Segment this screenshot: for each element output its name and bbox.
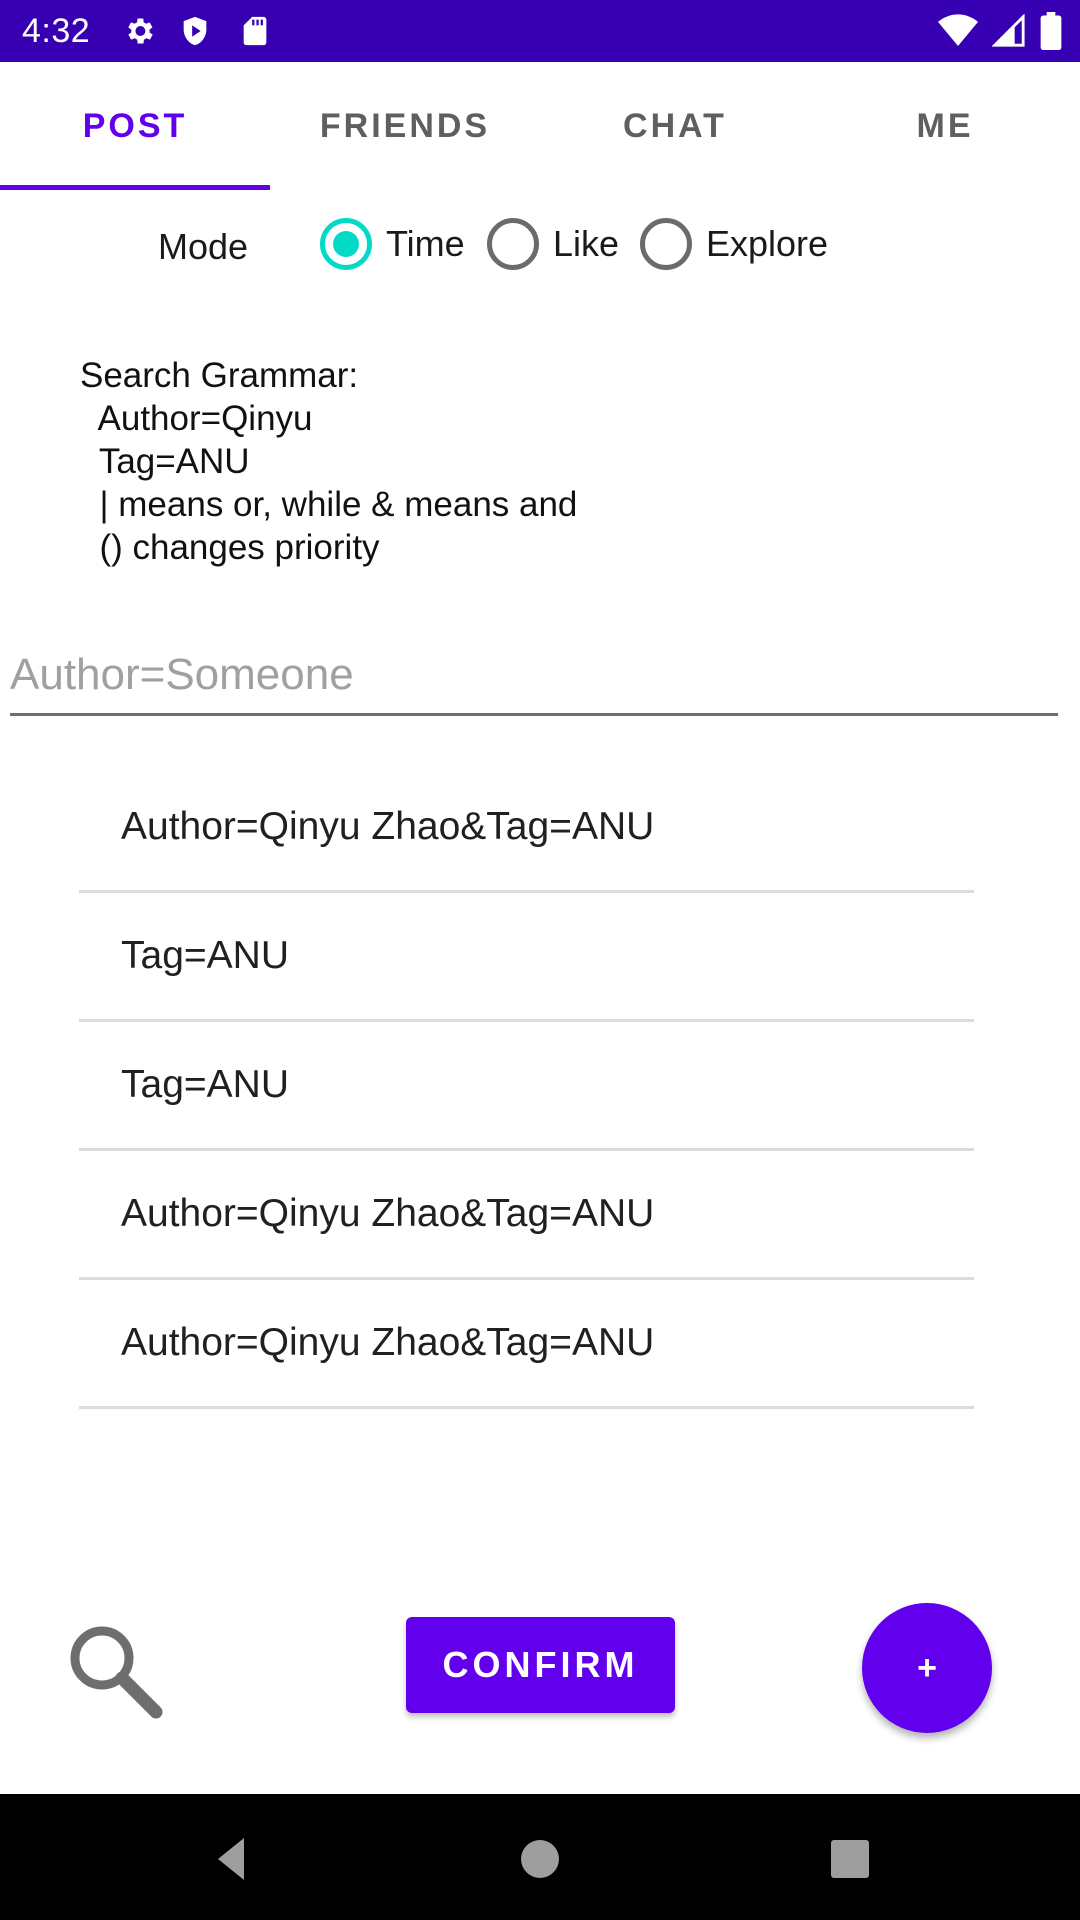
wifi-icon — [938, 14, 978, 47]
tab-bar: POST FRIENDS CHAT ME — [0, 62, 1080, 190]
sd-card-icon — [243, 16, 267, 46]
radio-time-circle[interactable] — [320, 218, 372, 270]
back-icon[interactable] — [200, 1824, 270, 1894]
tab-friends-label: FRIENDS — [319, 106, 491, 145]
radio-explore-circle[interactable] — [640, 218, 692, 270]
confirm-button[interactable]: CONFIRM — [406, 1617, 675, 1713]
search-grammar-help: Search Grammar: Author=Qinyu Tag=ANU | m… — [80, 354, 577, 569]
history-item[interactable]: Tag=ANU — [79, 1022, 974, 1151]
radio-time-label: Time — [386, 223, 465, 264]
play-protect-icon — [183, 16, 207, 46]
battery-icon — [1040, 12, 1062, 50]
grammar-line: Search Grammar: — [80, 356, 359, 395]
signal-icon — [992, 14, 1025, 47]
radio-explore-label: Explore — [706, 223, 829, 264]
gear-icon — [128, 18, 153, 44]
mode-label: Mode — [158, 226, 249, 267]
tab-chat-label: CHAT — [623, 106, 727, 145]
history-item[interactable]: Author=Qinyu Zhao&Tag=ANU — [79, 1280, 974, 1409]
history-item[interactable]: Author=Qinyu Zhao&Tag=ANU — [79, 1151, 974, 1280]
tab-me-label: ME — [916, 106, 974, 145]
tab-friends[interactable]: FRIENDS — [270, 62, 540, 190]
radio-explore[interactable]: Explore — [640, 216, 828, 272]
recents-icon[interactable] — [815, 1824, 885, 1894]
add-fab-button[interactable]: + — [862, 1603, 992, 1733]
tab-post-label: POST — [82, 106, 188, 145]
radio-like[interactable]: Like — [487, 216, 619, 272]
history-item[interactable]: Author=Qinyu Zhao&Tag=ANU — [79, 764, 974, 893]
search-history-list: Author=Qinyu Zhao&Tag=ANU Tag=ANU Tag=AN… — [79, 764, 974, 1409]
search-icon[interactable] — [64, 1620, 164, 1720]
status-bar: 4:32 — [0, 0, 1080, 62]
grammar-line: Author=Qinyu — [80, 399, 313, 438]
grammar-line: | means or, while & means and — [80, 485, 578, 524]
tab-indicator — [0, 185, 270, 190]
tab-post[interactable]: POST — [0, 62, 270, 190]
radio-like-circle[interactable] — [487, 218, 539, 270]
status-time: 4:32 — [22, 12, 91, 50]
tab-me[interactable]: ME — [810, 62, 1080, 190]
system-nav-bar — [0, 1794, 1080, 1920]
radio-like-label: Like — [553, 223, 620, 264]
tab-chat[interactable]: CHAT — [540, 62, 810, 190]
history-item[interactable]: Tag=ANU — [79, 893, 974, 1022]
grammar-line: () changes priority — [80, 528, 380, 567]
search-input[interactable] — [10, 636, 1058, 716]
radio-time[interactable]: Time — [320, 216, 465, 272]
home-icon[interactable] — [505, 1824, 575, 1894]
grammar-line: Tag=ANU — [80, 442, 250, 481]
